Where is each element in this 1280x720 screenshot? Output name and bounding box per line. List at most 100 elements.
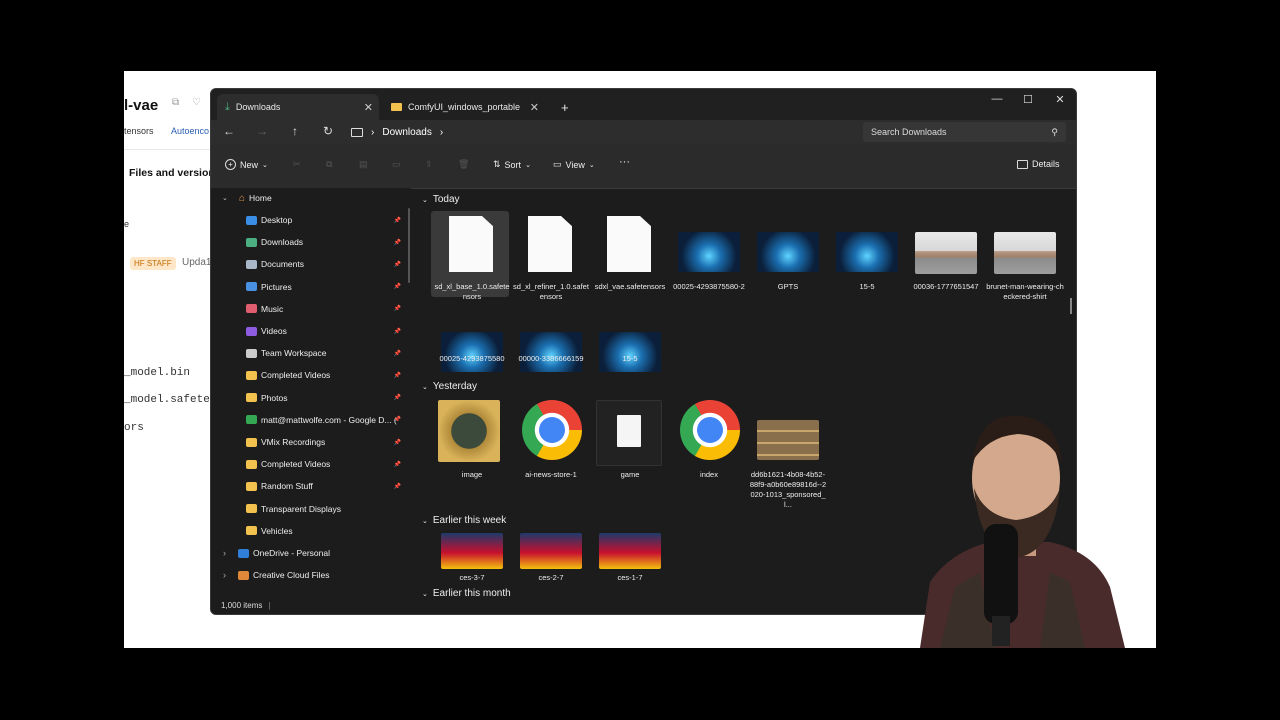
address-bar-row: ← → ↑ ↻ › Downloads › Search Downloads ⚲ <box>211 120 1076 144</box>
file-link[interactable]: _model.bin <box>124 367 190 379</box>
file-item[interactable]: 00036-1777651547 <box>907 216 981 314</box>
sidebar-scrollbar[interactable] <box>408 208 410 283</box>
close-tab-icon[interactable]: ✕ <box>364 101 373 114</box>
file-item[interactable]: sd_xl_base_1.0.safetensors <box>433 216 510 314</box>
back-arrow-icon[interactable]: ← <box>220 124 238 138</box>
new-tab-button[interactable]: + <box>553 94 577 120</box>
pin-icon[interactable]: 📌 <box>394 328 401 335</box>
pin-icon[interactable]: 📌 <box>394 372 401 379</box>
sidebar-item-label: VMix Recordings <box>261 437 326 447</box>
file-pane-scrollbar[interactable] <box>1070 298 1072 314</box>
sidebar-item[interactable]: Pictures 📌 <box>211 277 411 297</box>
file-item[interactable]: sd_xl_refiner_1.0.safetensors <box>512 216 589 314</box>
sidebar-item[interactable]: Documents 📌 <box>211 254 411 274</box>
details-label: Details <box>1032 159 1060 169</box>
sidebar-item[interactable]: Transparent Displays <box>211 499 411 519</box>
sidebar-item[interactable]: Vehicles <box>211 521 411 541</box>
group-header-earlier-week[interactable]: ⌄ Earlier this week <box>422 515 506 526</box>
sidebar-item[interactable]: Downloads 📌 <box>211 232 411 252</box>
pin-icon[interactable]: 📌 <box>394 461 401 468</box>
sidebar-item[interactable]: VMix Recordings 📌 <box>211 432 411 452</box>
details-button[interactable]: Details <box>1017 159 1060 169</box>
tag-safetensors[interactable]: tensors <box>124 126 154 136</box>
pin-icon[interactable]: 📌 <box>394 283 401 290</box>
breadcrumb[interactable]: Downloads <box>382 127 431 138</box>
file-link[interactable]: ors <box>124 422 144 434</box>
search-input[interactable]: Search Downloads ⚲ <box>863 122 1066 142</box>
file-item[interactable]: dd6b1621-4b08-4b52-88f9-a0b60e89816d--20… <box>749 400 826 509</box>
copy-icon[interactable]: ⧉ <box>172 97 179 108</box>
pin-icon[interactable]: 📌 <box>394 483 401 490</box>
chevron-right-icon[interactable]: › <box>223 570 233 580</box>
chevron-right-icon[interactable]: › <box>223 548 233 558</box>
delete-icon[interactable]: 🗑 <box>458 159 469 170</box>
share-icon[interactable]: ⇪ <box>425 159 433 170</box>
refresh-icon[interactable]: ↻ <box>319 124 337 138</box>
file-item[interactable]: ces-2-7 <box>512 533 586 596</box>
file-item[interactable]: 00000-3386666159 <box>512 316 586 386</box>
video-thumbnail <box>599 533 661 569</box>
sidebar-item[interactable]: matt@mattwolfe.com - Google D... (📌 <box>211 410 411 430</box>
file-item[interactable]: sdxl_vae.safetensors <box>591 216 665 314</box>
pin-icon[interactable]: 📌 <box>394 305 401 312</box>
file-item[interactable]: ces-3-7 <box>433 533 507 596</box>
sidebar-item[interactable]: Music 📌 <box>211 299 411 319</box>
minimize-button[interactable]: — <box>981 93 1013 105</box>
pin-icon[interactable]: 📌 <box>394 439 401 446</box>
sidebar-item[interactable]: › Creative Cloud Files <box>211 565 411 585</box>
heart-icon[interactable]: ♡ <box>192 97 201 108</box>
paste-icon[interactable]: ▤ <box>359 159 368 170</box>
file-item[interactable]: GPTS <box>749 216 823 314</box>
file-item[interactable]: 15-5 <box>828 216 902 314</box>
file-item[interactable]: brunet-man-wearing-checkered-shirt <box>986 216 1064 314</box>
file-name: index <box>700 470 718 479</box>
copy-icon[interactable]: ⧉ <box>326 159 332 170</box>
sidebar-item-home[interactable]: ⌄ ⌂ Home <box>211 188 411 208</box>
file-item[interactable]: ces-1-7 <box>591 533 665 596</box>
sidebar-item[interactable]: Completed Videos 📌 <box>211 454 411 474</box>
file-item[interactable]: ai-news-store-1 <box>512 400 586 502</box>
pin-icon[interactable]: 📌 <box>394 239 401 246</box>
cut-icon[interactable]: ✂ <box>293 159 301 170</box>
sidebar-item[interactable]: Random Stuff 📌 <box>211 476 411 496</box>
pin-icon[interactable]: 📌 <box>394 394 401 401</box>
more-options-button[interactable]: ··· <box>619 156 630 168</box>
sidebar-item[interactable]: Photos 📌 <box>211 388 411 408</box>
file-item[interactable]: index <box>670 400 744 502</box>
chevron-down-icon[interactable]: ⌄ <box>222 194 234 202</box>
pin-icon[interactable]: 📌 <box>394 416 401 423</box>
file-item[interactable]: 15-5 <box>591 316 665 386</box>
plus-circle-icon: + <box>225 159 236 170</box>
sort-button[interactable]: ⇅ Sort ⌄ <box>493 159 531 170</box>
file-item[interactable]: 00025-4293875580 <box>433 316 507 386</box>
maximize-button[interactable]: ☐ <box>1012 93 1044 106</box>
file-item[interactable]: image <box>433 400 507 502</box>
chrome-icon <box>680 400 740 460</box>
sidebar-item[interactable]: Desktop 📌 <box>211 210 411 230</box>
pin-icon[interactable]: 📌 <box>394 261 401 268</box>
folder-icon <box>246 415 257 425</box>
forward-arrow-icon[interactable]: → <box>253 124 271 138</box>
close-tab-icon[interactable]: ✕ <box>530 101 539 114</box>
sidebar-item[interactable]: Completed Videos 📌 <box>211 365 411 385</box>
file-item[interactable]: game <box>591 400 665 502</box>
tab-files-versions[interactable]: Files and version <box>129 167 215 179</box>
tag-autoencoder[interactable]: Autoenco <box>171 126 209 136</box>
status-divider: | <box>268 600 271 610</box>
address-field[interactable]: › Downloads › <box>351 122 851 142</box>
rename-icon[interactable]: ▭ <box>392 159 401 170</box>
image-thumbnail <box>599 332 661 372</box>
pin-icon[interactable]: 📌 <box>394 217 401 224</box>
close-window-button[interactable]: ✕ <box>1044 93 1076 106</box>
up-arrow-icon[interactable]: ↑ <box>286 124 304 138</box>
view-button[interactable]: ▭ View ⌄ <box>553 159 595 170</box>
new-button[interactable]: + New ⌄ <box>225 159 268 170</box>
pin-icon[interactable]: 📌 <box>394 350 401 357</box>
group-header-today[interactable]: ⌄ Today <box>422 194 460 205</box>
sidebar-item[interactable]: Team Workspace 📌 <box>211 343 411 363</box>
sidebar-item[interactable]: Videos 📌 <box>211 321 411 341</box>
tab-comfyui[interactable]: ComfyUI_windows_portable ✕ <box>383 94 545 120</box>
file-item[interactable]: 00025-4293875580-2 <box>670 216 745 314</box>
tab-downloads[interactable]: ⤓ Downloads ✕ <box>217 94 379 120</box>
sidebar-item[interactable]: › OneDrive - Personal <box>211 543 411 563</box>
